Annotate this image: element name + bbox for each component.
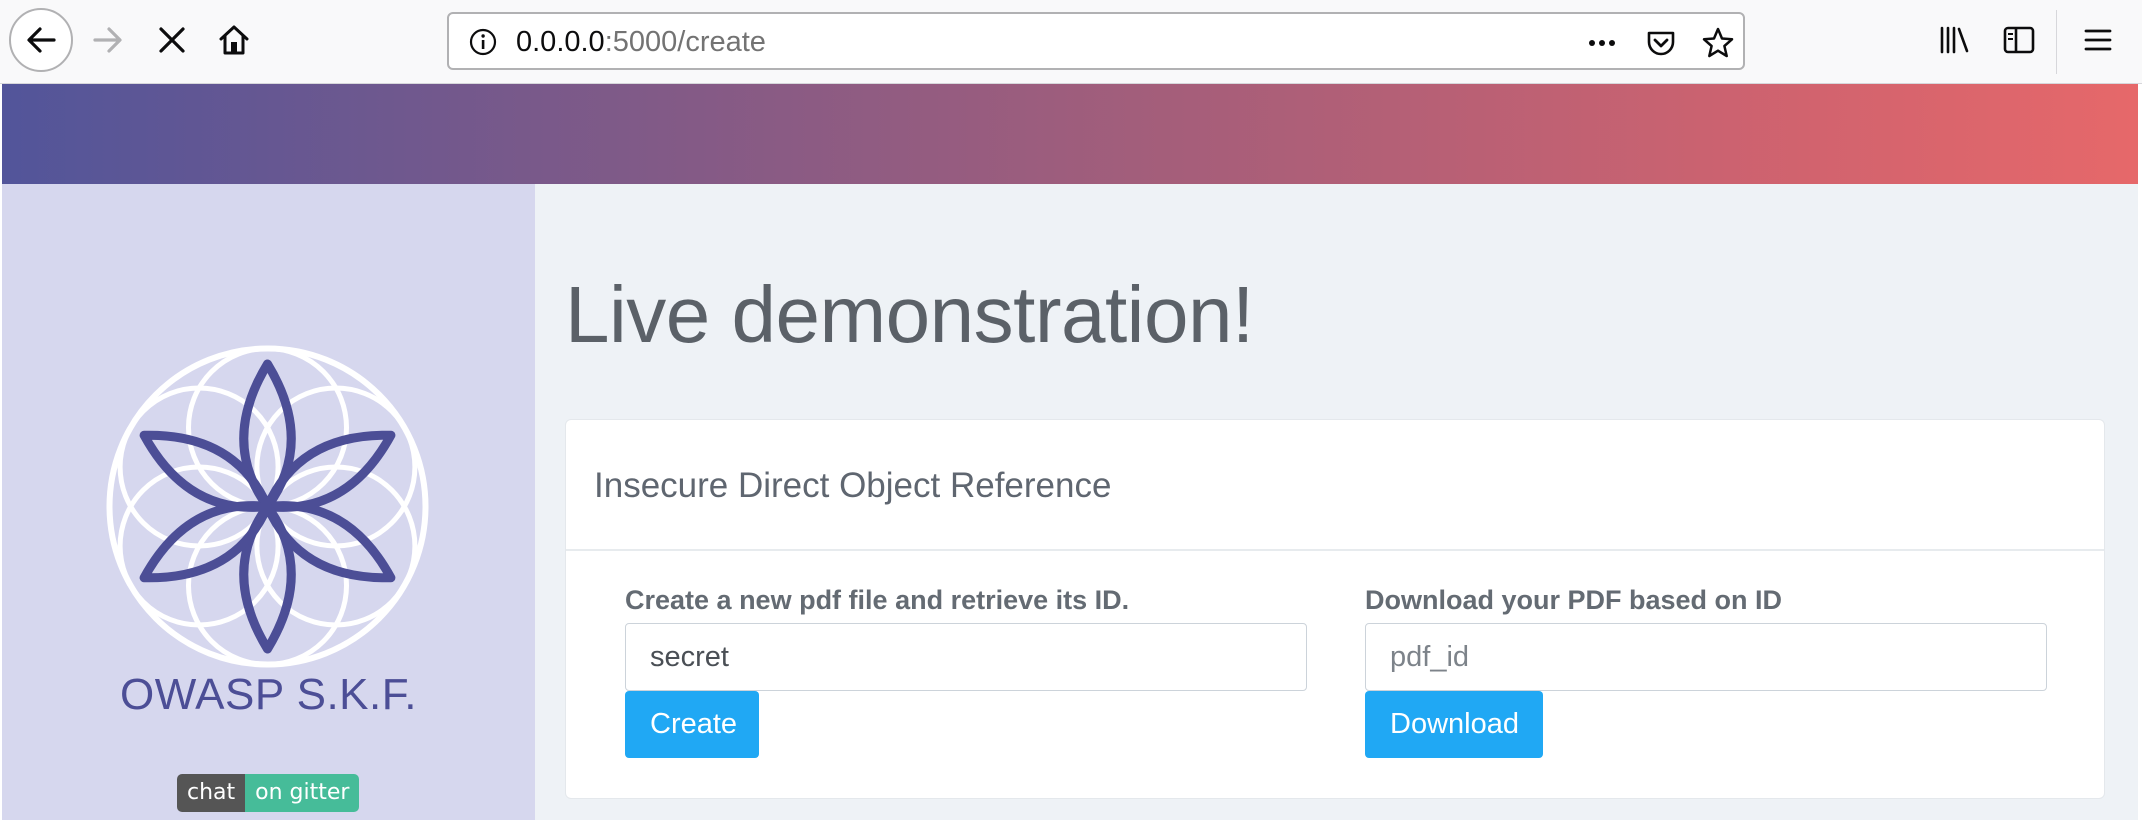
back-button[interactable] bbox=[9, 8, 73, 72]
stop-button[interactable] bbox=[150, 18, 194, 62]
home-icon bbox=[219, 25, 249, 55]
back-icon bbox=[27, 27, 56, 53]
forward-icon bbox=[93, 27, 122, 53]
download-button[interactable]: Download bbox=[1365, 691, 1543, 758]
sidebar-icon[interactable] bbox=[2001, 22, 2037, 58]
info-icon[interactable] bbox=[467, 26, 499, 58]
url-bar[interactable]: 0.0.0.0:5000/create bbox=[447, 12, 1745, 70]
card-title: Insecure Direct Object Reference bbox=[594, 466, 1112, 505]
card-header: Insecure Direct Object Reference bbox=[566, 420, 2104, 551]
forward-button[interactable] bbox=[88, 18, 128, 62]
gitter-badge[interactable]: chat on gitter bbox=[177, 774, 360, 812]
library-icon[interactable] bbox=[1937, 22, 1973, 58]
toolbar-divider bbox=[2056, 10, 2057, 74]
sidebar: OWASP S.K.F. chat on gitter bbox=[2, 184, 535, 820]
brand-name: OWASP S.K.F. bbox=[120, 670, 417, 719]
download-section: Download your PDF based on ID Download bbox=[1365, 585, 2047, 758]
stop-icon bbox=[159, 27, 185, 53]
page-title: Live demonstration! bbox=[565, 270, 1254, 359]
create-input[interactable] bbox=[625, 623, 1307, 691]
home-button[interactable] bbox=[212, 18, 256, 62]
url-text[interactable]: 0.0.0.0:5000/create bbox=[516, 26, 766, 58]
star-icon[interactable] bbox=[1701, 26, 1735, 60]
pocket-icon[interactable] bbox=[1644, 26, 1678, 60]
header-banner bbox=[2, 84, 2138, 184]
gitter-badge-left: chat bbox=[177, 774, 246, 812]
gitter-badge-right: on gitter bbox=[245, 774, 360, 812]
create-label: Create a new pdf file and retrieve its I… bbox=[625, 585, 1130, 615]
url-host: 0.0.0.0 bbox=[516, 26, 605, 58]
create-button[interactable]: Create bbox=[625, 691, 759, 758]
menu-icon[interactable] bbox=[2080, 22, 2116, 58]
create-section: Create a new pdf file and retrieve its I… bbox=[625, 585, 1307, 758]
idor-card: Insecure Direct Object Reference Create … bbox=[565, 419, 2105, 799]
download-label: Download your PDF based on ID bbox=[1365, 585, 1783, 615]
main-content: Live demonstration! Insecure Direct Obje… bbox=[535, 184, 2138, 820]
pdf-id-input[interactable] bbox=[1365, 623, 2047, 691]
more-icon[interactable] bbox=[1585, 26, 1619, 60]
browser-toolbar: 0.0.0.0:5000/create bbox=[0, 0, 2142, 84]
url-path: :5000/create bbox=[604, 26, 766, 58]
owasp-skf-logo bbox=[106, 345, 429, 668]
web-page: OWASP S.K.F. chat on gitter Live demonst… bbox=[2, 84, 2138, 820]
